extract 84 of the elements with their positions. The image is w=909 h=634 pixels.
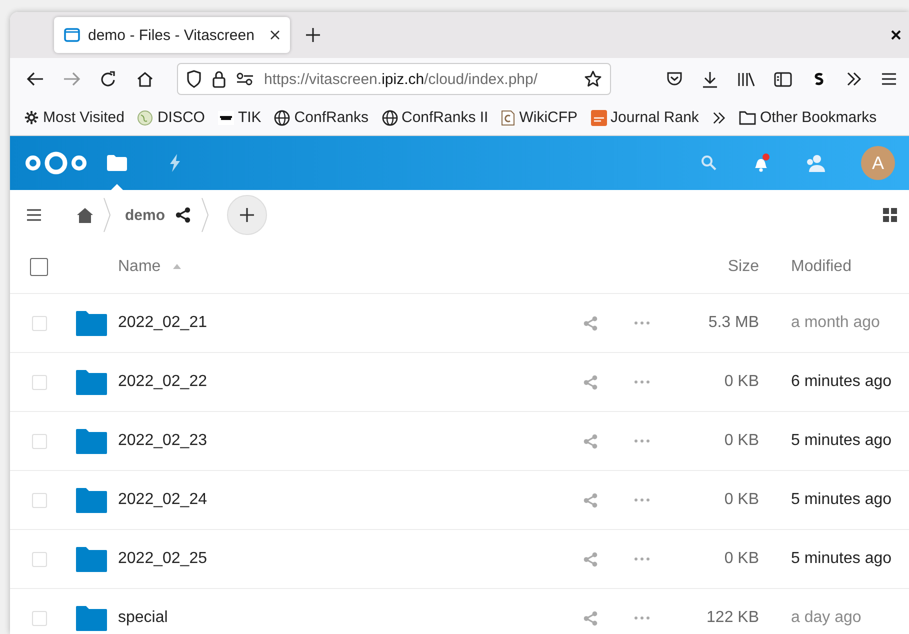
more-icon[interactable]	[634, 380, 650, 384]
logo-icon	[218, 110, 234, 124]
bookmark[interactable]: ConfRanks II	[382, 109, 488, 126]
bookmark[interactable]: ConfRanks	[274, 109, 368, 126]
url-text: https://vitascreen.ipiz.ch/cloud/index.php/	[264, 70, 539, 88]
file-name[interactable]: 2022_02_25	[118, 550, 207, 568]
row-checkbox[interactable]	[32, 434, 46, 448]
breadcrumb-link[interactable]: demo	[125, 206, 166, 224]
modified-date: 5 minutes ago	[791, 550, 892, 567]
globe-icon	[382, 110, 398, 126]
file-size: 0 KB	[724, 373, 759, 390]
file-size: 5.3 MB	[708, 314, 759, 331]
address-field[interactable]: https://vitascreen.ipiz.ch/cloud/index.php/	[177, 63, 611, 95]
column-header[interactable]: Name	[118, 258, 161, 276]
chevrons-icon[interactable]	[712, 112, 726, 124]
close-window-icon[interactable]	[891, 30, 901, 40]
contacts-icon[interactable]	[805, 154, 827, 172]
bookmark[interactable]: DISCO	[137, 109, 205, 126]
reload-icon[interactable]	[100, 70, 117, 88]
modified-date: 5 minutes ago	[791, 491, 892, 508]
row-checkbox[interactable]	[32, 552, 46, 566]
menu-icon[interactable]	[27, 209, 41, 221]
permissions-icon[interactable]	[236, 72, 254, 86]
more-icon[interactable]	[634, 439, 650, 443]
home-icon[interactable]	[77, 208, 93, 222]
file-size: 0 KB	[724, 550, 759, 567]
close-icon[interactable]	[270, 30, 280, 40]
lock-icon[interactable]	[212, 70, 226, 88]
row-checkbox[interactable]	[32, 316, 46, 330]
lightning-icon	[169, 154, 181, 172]
plus-icon	[240, 208, 254, 222]
star-icon[interactable]	[584, 70, 602, 88]
extension-icon[interactable]	[811, 70, 827, 88]
browser-tab[interactable]: demo - Files - Vitascreen	[54, 17, 290, 53]
row-checkbox[interactable]	[32, 610, 46, 626]
file-name[interactable]: 2022_02_24	[118, 491, 207, 509]
more-icon[interactable]	[634, 557, 650, 561]
forward-icon[interactable]	[63, 71, 81, 87]
file-name[interactable]: 2022_02_22	[118, 373, 207, 391]
shield-icon[interactable]	[186, 70, 202, 88]
download-icon[interactable]	[702, 70, 718, 88]
grid-view-icon[interactable]	[883, 208, 897, 222]
bookmark[interactable]: TIK	[218, 109, 262, 126]
search-icon[interactable]	[701, 155, 717, 171]
gear-icon	[24, 110, 39, 125]
row-checkbox[interactable]	[32, 374, 46, 390]
globe-icon	[274, 110, 290, 126]
more-icon[interactable]	[634, 616, 650, 620]
new-tab-icon[interactable]	[306, 28, 320, 42]
library-icon[interactable]	[737, 71, 755, 87]
file-name[interactable]: 2022_02_23	[118, 432, 207, 450]
modified-date: 6 minutes ago	[791, 373, 892, 390]
file-size: 122 KB	[706, 609, 759, 626]
modified-date: a month ago	[791, 314, 880, 331]
menu-icon[interactable]	[881, 72, 897, 86]
add-button[interactable]	[227, 195, 268, 235]
more-icon[interactable]	[634, 498, 650, 502]
file-size: 0 KB	[724, 432, 759, 449]
pocket-icon[interactable]	[666, 71, 683, 87]
file-name[interactable]: 2022_02_21	[118, 314, 207, 332]
document-icon	[501, 110, 516, 126]
select-all-checkbox[interactable]	[30, 258, 48, 276]
globe-icon	[137, 110, 154, 126]
column-header[interactable]: Size	[728, 258, 759, 274]
sidebar-icon[interactable]	[774, 72, 792, 86]
back-icon[interactable]	[26, 71, 44, 87]
logo-icon	[590, 110, 607, 126]
file-size: 0 KB	[724, 491, 759, 508]
bookmark[interactable]: Journal Rank	[590, 109, 699, 126]
share-icon[interactable]	[175, 207, 192, 223]
home-icon[interactable]	[136, 70, 154, 88]
bookmark[interactable]: WikiCFP	[501, 109, 578, 126]
modified-date: 5 minutes ago	[791, 432, 892, 449]
bookmark[interactable]: Most Visited	[24, 109, 124, 126]
bookmark-folder[interactable]: Other Bookmarks	[738, 109, 877, 126]
chevrons-icon[interactable]	[846, 72, 862, 86]
logo-icon[interactable]	[24, 150, 88, 176]
column-header[interactable]: Modified	[791, 258, 852, 274]
more-icon[interactable]	[634, 321, 650, 325]
chevron-separator-icon	[201, 198, 210, 232]
row-checkbox[interactable]	[32, 492, 46, 508]
file-name[interactable]: special	[118, 609, 168, 627]
modified-date: a day ago	[791, 609, 862, 626]
chevron-separator-icon	[103, 198, 111, 232]
